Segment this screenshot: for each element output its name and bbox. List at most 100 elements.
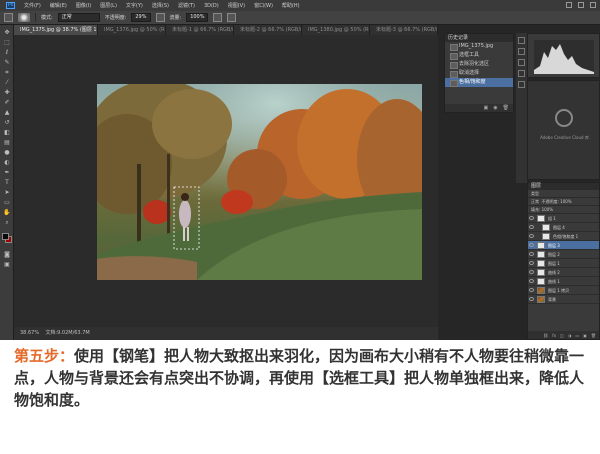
menu-item-window[interactable]: 窗口(W)	[254, 2, 273, 9]
pressure-size-icon[interactable]	[227, 13, 237, 22]
menu-item-3d[interactable]: 3D(D)	[204, 3, 219, 9]
screen-mode-icon[interactable]: ▣	[3, 261, 11, 268]
foreground-color-swatch[interactable]	[2, 233, 9, 240]
visibility-eye-icon[interactable]	[529, 288, 534, 292]
tab-img-1376[interactable]: IMG_1376.jpg @ 50% (RGB/8)	[98, 25, 166, 35]
visibility-eye-icon[interactable]	[529, 216, 534, 220]
history-brush-tool-icon[interactable]: ↺	[3, 119, 11, 126]
menu-item-type[interactable]: 文字(Y)	[126, 2, 143, 9]
history-icon[interactable]	[518, 37, 525, 44]
maximize-icon[interactable]	[578, 2, 584, 8]
visibility-eye-icon[interactable]	[529, 261, 534, 265]
tab-img-1380[interactable]: IMG_1380.jpg @ 50% (RGB/8)	[302, 25, 370, 35]
layer-fill[interactable]: 填充: 100%	[528, 206, 599, 214]
lasso-tool-icon[interactable]: ℓ	[3, 49, 11, 56]
visibility-eye-icon[interactable]	[529, 225, 534, 229]
menu-item-view[interactable]: 视图(V)	[228, 2, 245, 9]
eyedropper-tool-icon[interactable]: ⁄	[3, 79, 11, 86]
tab-untitled-1[interactable]: 未标题-1 @ 66.7% (RGB/8)	[166, 25, 234, 35]
path-select-tool-icon[interactable]: ➤	[3, 189, 11, 196]
visibility-eye-icon[interactable]	[529, 270, 534, 274]
menu-item-help[interactable]: 帮助(H)	[282, 2, 300, 9]
visibility-eye-icon[interactable]	[529, 252, 534, 256]
marquee-tool-icon[interactable]: ⬚	[3, 39, 11, 46]
clone-stamp-tool-icon[interactable]: ▲	[3, 109, 11, 116]
gradient-tool-icon[interactable]: ▤	[3, 139, 11, 146]
eraser-tool-icon[interactable]: ◧	[3, 129, 11, 136]
brush-tool-icon[interactable]	[4, 13, 13, 22]
mode-select[interactable]: 正常	[57, 13, 100, 22]
quick-mask-icon[interactable]: ◙	[3, 251, 11, 258]
zoom-level[interactable]: 38.67%	[20, 330, 39, 336]
history-step[interactable]: 选框工具	[445, 51, 513, 60]
hand-tool-icon[interactable]: ✋	[3, 209, 11, 216]
layers-panel-title[interactable]: 图层	[528, 183, 599, 190]
trash-icon[interactable]: 🗑	[591, 333, 596, 338]
flow-field[interactable]: 100%	[186, 13, 209, 22]
zoom-tool-icon[interactable]: ⌕	[3, 219, 11, 226]
libraries-icon[interactable]	[518, 81, 525, 88]
canvas-area[interactable]	[14, 35, 438, 327]
layer-row[interactable]: 图层 1 拷贝	[528, 286, 599, 295]
history-panel-title[interactable]: 历史记录	[445, 34, 513, 42]
type-tool-icon[interactable]: T	[3, 179, 11, 186]
adjustments-icon[interactable]	[518, 59, 525, 66]
visibility-eye-icon[interactable]	[529, 279, 534, 283]
visibility-eye-icon[interactable]	[529, 297, 534, 301]
brush-tool-icon[interactable]: ✐	[3, 99, 11, 106]
layer-row[interactable]: 色相/饱和度 1	[528, 232, 599, 241]
close-icon[interactable]	[590, 2, 596, 8]
menu-item-layer[interactable]: 图层(L)	[100, 2, 117, 9]
blur-tool-icon[interactable]: ●	[3, 149, 11, 156]
swatches-icon[interactable]	[518, 70, 525, 77]
blend-mode-value[interactable]: 正常	[531, 199, 539, 204]
new-group-icon[interactable]: ▭	[575, 333, 579, 338]
menu-item-image[interactable]: 图像(I)	[76, 2, 91, 9]
crop-tool-icon[interactable]: ⌗	[3, 69, 11, 76]
layer-row[interactable]: 曲线 2	[528, 268, 599, 277]
properties-icon[interactable]	[518, 48, 525, 55]
add-mask-icon[interactable]: ◫	[560, 333, 564, 338]
layer-row[interactable]: 组 1	[528, 214, 599, 223]
pen-tool-icon[interactable]: ✒	[3, 169, 11, 176]
fx-icon[interactable]: fx	[552, 333, 556, 338]
shape-tool-icon[interactable]: ▭	[3, 199, 11, 206]
pressure-opacity-icon[interactable]	[155, 13, 165, 22]
layer-opacity[interactable]: 不透明度: 100%	[542, 199, 572, 204]
menu-item-filter[interactable]: 滤镜(T)	[178, 2, 195, 9]
layer-row[interactable]: 图层 1	[528, 259, 599, 268]
layer-blend-mode[interactable]: 正常 不透明度: 100%	[528, 198, 599, 206]
layer-row[interactable]: 曲线 1	[528, 277, 599, 286]
history-step[interactable]: 取消选择	[445, 69, 513, 78]
visibility-eye-icon[interactable]	[529, 243, 534, 247]
tab-untitled-2[interactable]: 未标题-2 @ 66.7% (RGB/8)	[234, 25, 302, 35]
layer-filter[interactable]: 类型	[528, 190, 599, 198]
minimize-icon[interactable]	[566, 2, 572, 8]
new-layer-icon[interactable]: ▣	[583, 333, 587, 338]
history-step[interactable]: 去除羽化选区	[445, 60, 513, 69]
airbrush-icon[interactable]	[213, 13, 223, 22]
document-photo[interactable]	[97, 84, 422, 280]
history-snapshot[interactable]: IMG_1375.jpg	[445, 42, 513, 51]
history-step-selected[interactable]: 色相/饱和度	[445, 78, 513, 87]
snapshot-icon[interactable]: ◉	[493, 105, 497, 111]
layer-row[interactable]: 图层 4	[528, 223, 599, 232]
link-layers-icon[interactable]: ⛓	[543, 333, 548, 338]
brush-preset-picker[interactable]	[18, 13, 30, 22]
new-document-icon[interactable]: ▣	[484, 105, 489, 111]
move-tool-icon[interactable]: ✥	[3, 29, 11, 36]
quick-select-tool-icon[interactable]: ✎	[3, 59, 11, 66]
menu-item-file[interactable]: 文件(F)	[24, 2, 41, 9]
tab-img-1375[interactable]: IMG_1375.jpg @ 38.7% (图层 1 拷贝, RGB/8)	[14, 25, 98, 35]
layer-row[interactable]: 背景	[528, 295, 599, 304]
menu-item-edit[interactable]: 编辑(E)	[50, 2, 67, 9]
tab-untitled-3[interactable]: 未标题-3 @ 66.7% (RGB/8)	[370, 25, 438, 35]
layer-row[interactable]: 图层 3	[528, 241, 599, 250]
opacity-field[interactable]: 29%	[131, 13, 151, 22]
layer-row[interactable]: 图层 2	[528, 250, 599, 259]
visibility-eye-icon[interactable]	[529, 234, 534, 238]
adjustment-layer-icon[interactable]: ◑	[568, 333, 572, 338]
trash-icon[interactable]: 🗑	[503, 105, 509, 111]
menu-item-select[interactable]: 选择(S)	[152, 2, 169, 9]
dodge-tool-icon[interactable]: ◐	[3, 159, 11, 166]
